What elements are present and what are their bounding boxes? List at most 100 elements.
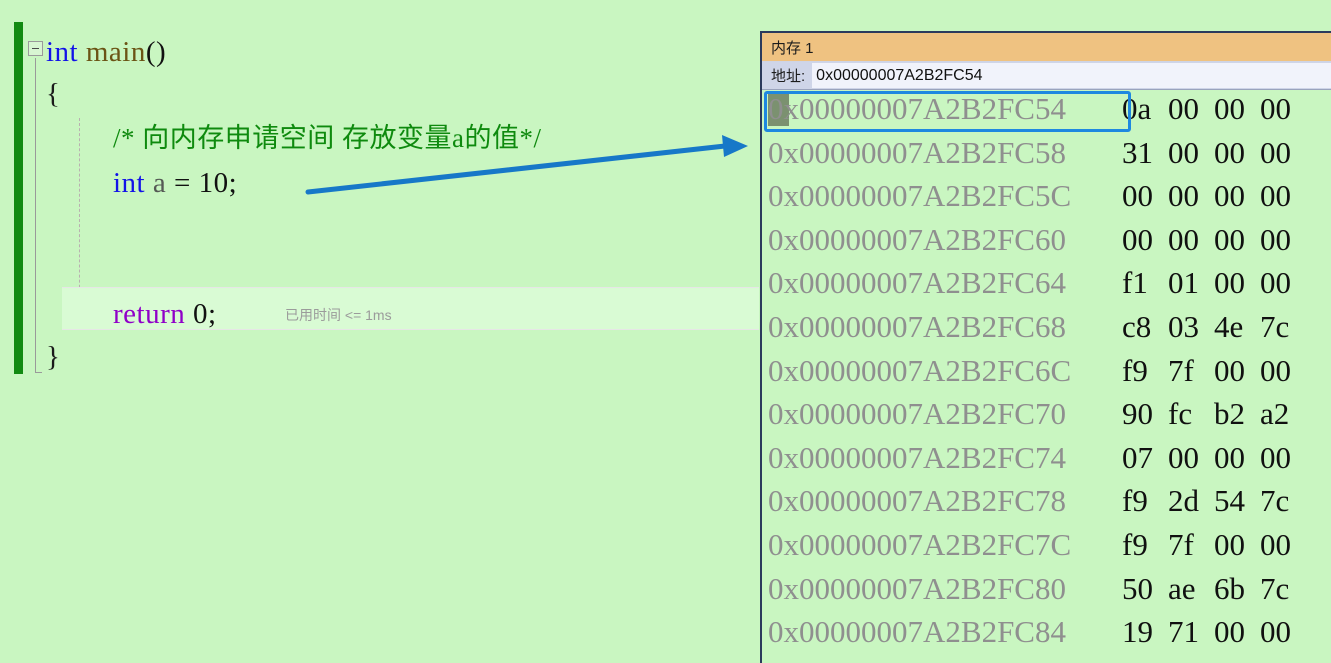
memory-byte: a2 xyxy=(1260,396,1290,432)
return-value: 0; xyxy=(185,298,217,330)
parens: () xyxy=(145,36,167,68)
changed-lines-indicator xyxy=(14,22,23,374)
memory-byte: 0a xyxy=(1122,91,1152,126)
code-line-declaration: int a = 10; xyxy=(113,169,237,198)
memory-row[interactable]: 0x00000007A2B2FC7C f9 7f 00 00 xyxy=(762,527,1331,571)
pointer-arrow xyxy=(305,135,748,195)
memory-byte: 00 xyxy=(1260,221,1291,257)
memory-byte: f9 xyxy=(1122,352,1148,388)
elapsed-time-annotation: 已用时间 <= 1ms xyxy=(285,307,392,323)
memory-byte: 7c xyxy=(1260,308,1290,344)
memory-byte: 00 xyxy=(1260,178,1291,214)
memory-byte: 2d xyxy=(1168,483,1199,519)
memory-row-bytes: 19 71 00 00 xyxy=(1122,614,1306,650)
memory-byte: 00 xyxy=(1168,134,1199,170)
memory-row-bytes: 50 ae 6b 7c xyxy=(1122,571,1306,607)
memory-row-bytes: 31 00 00 00 xyxy=(1122,135,1306,171)
memory-byte: 00 xyxy=(1168,221,1199,257)
memory-byte: 7c xyxy=(1260,483,1290,519)
memory-row-address: 0x00000007A2B2FC7C xyxy=(768,526,1072,562)
memory-byte: 50 xyxy=(1122,570,1153,606)
variable-a: a xyxy=(145,167,174,199)
memory-row[interactable]: 0x00000007A2B2FC80 50 ae 6b 7c xyxy=(762,571,1331,615)
memory-byte: fc xyxy=(1168,396,1193,432)
memory-byte: 4e xyxy=(1214,308,1244,344)
memory-row-address: 0x00000007A2B2FC78 xyxy=(768,483,1066,519)
memory-byte: 07 xyxy=(1122,439,1153,475)
memory-row-bytes: f9 7f 00 00 xyxy=(1122,527,1306,563)
memory-row[interactable]: 0x00000007A2B2FC60 00 00 00 00 xyxy=(762,222,1331,266)
memory-row[interactable]: 0x00000007A2B2FC68 c8 03 4e 7c xyxy=(762,309,1331,353)
memory-byte: 90 xyxy=(1122,396,1153,432)
memory-byte: 00 xyxy=(1260,91,1291,126)
memory-row[interactable]: 0x00000007A2B2FC5C 00 00 00 00 xyxy=(762,178,1331,222)
memory-byte: 19 xyxy=(1122,614,1153,650)
memory-byte: 00 xyxy=(1260,526,1291,562)
memory-row-address: 0x00000007A2B2FC6C xyxy=(768,352,1072,388)
memory-byte: f9 xyxy=(1122,526,1148,562)
keyword-return: return xyxy=(113,298,186,330)
memory-byte: 7c xyxy=(1260,570,1290,606)
memory-row[interactable]: 0x00000007A2B2FC54 0a 00 00 00 xyxy=(762,91,1331,135)
keyword-int-decl: int xyxy=(113,167,146,199)
memory-row-bytes: f9 2d 54 7c xyxy=(1122,483,1306,519)
memory-row-bytes: 0a 00 00 00 xyxy=(1122,91,1306,127)
address-input[interactable] xyxy=(812,63,1331,88)
memory-row-address: 0x00000007A2B2FC60 xyxy=(768,221,1066,257)
memory-byte: 00 xyxy=(1168,91,1199,126)
code-line-main-signature: int main() xyxy=(46,38,166,67)
memory-byte: f9 xyxy=(1122,483,1148,519)
memory-row[interactable]: 0x00000007A2B2FC74 07 00 00 00 xyxy=(762,440,1331,484)
function-name-main: main xyxy=(78,36,146,68)
memory-byte: 00 xyxy=(1260,614,1291,650)
memory-row[interactable]: 0x00000007A2B2FC84 19 71 00 00 xyxy=(762,614,1331,658)
memory-byte: 7f xyxy=(1168,352,1194,388)
memory-row-address: 0x00000007A2B2FC70 xyxy=(768,396,1066,432)
assignment-expression: = 10; xyxy=(174,167,238,199)
keyword-int: int xyxy=(46,36,79,68)
memory-byte: 00 xyxy=(1260,352,1291,388)
memory-row-address: 0x00000007A2B2FC80 xyxy=(768,570,1066,606)
memory-row-address: 0x00000007A2B2FC68 xyxy=(768,308,1066,344)
memory-byte: 00 xyxy=(1214,134,1245,170)
code-editor[interactable]: int main() { /* 向内存申请空间 存放变量a的值*/ int a … xyxy=(0,0,760,663)
memory-rows-container[interactable]: 0x00000007A2B2FC54 0a 00 00 00 0x00000007A2B2… xyxy=(762,90,1331,663)
memory-window[interactable]: 内存 1 地址: 0x00000007A2B2FC540a0000000x000… xyxy=(760,31,1331,663)
memory-window-titlebar[interactable]: 内存 1 xyxy=(762,33,1331,62)
memory-row-bytes: c8 03 4e 7c xyxy=(1122,309,1306,345)
memory-row[interactable]: 0x00000007A2B2FC6C f9 7f 00 00 xyxy=(762,353,1331,397)
memory-row[interactable]: 0x00000007A2B2FC70 90 fc b2 a2 xyxy=(762,396,1331,440)
memory-byte: 7f xyxy=(1168,526,1194,562)
memory-row-address: 0x00000007A2B2FC54 xyxy=(768,91,1066,126)
memory-byte: 00 xyxy=(1214,221,1245,257)
memory-row-address: 0x00000007A2B2FC74 xyxy=(768,439,1066,475)
memory-byte: 54 xyxy=(1214,483,1245,519)
memory-window-title: 内存 1 xyxy=(771,39,814,57)
outlining-guide-foot xyxy=(35,372,42,373)
collapse-region-icon[interactable] xyxy=(28,41,43,56)
memory-row[interactable]: 0x00000007A2B2FC64 f1 01 00 00 xyxy=(762,265,1331,309)
memory-row-bytes: 00 00 00 00 xyxy=(1122,222,1306,258)
memory-row-bytes: f9 7f 00 00 xyxy=(1122,353,1306,389)
memory-byte: 00 xyxy=(1168,439,1199,475)
screenshot-root: int main() { /* 向内存申请空间 存放变量a的值*/ int a … xyxy=(0,0,1331,663)
memory-byte: 00 xyxy=(1214,352,1245,388)
memory-row[interactable]: 0x00000007A2B2FC58 31 00 00 00 xyxy=(762,135,1331,179)
memory-byte: 03 xyxy=(1168,308,1199,344)
memory-byte: 01 xyxy=(1168,265,1199,301)
memory-row-address: 0x00000007A2B2FC84 xyxy=(768,614,1066,650)
memory-byte: 00 xyxy=(1168,178,1199,214)
code-line-comment: /* 向内存申请空间 存放变量a的值*/ xyxy=(113,123,542,153)
memory-byte: f1 xyxy=(1122,265,1148,301)
memory-byte: 00 xyxy=(1214,526,1245,562)
memory-byte: c8 xyxy=(1122,308,1152,344)
memory-address-toolbar[interactable]: 地址: xyxy=(762,62,1331,90)
memory-byte: 00 xyxy=(1214,178,1245,214)
memory-byte: 00 xyxy=(1214,439,1245,475)
memory-row-address: 0x00000007A2B2FC5C xyxy=(768,178,1072,214)
memory-row[interactable]: 0x00000007A2B2FC78 f9 2d 54 7c xyxy=(762,483,1331,527)
memory-byte: 00 xyxy=(1214,614,1245,650)
memory-byte: ae xyxy=(1168,570,1196,606)
memory-row-address: 0x00000007A2B2FC58 xyxy=(768,134,1066,170)
memory-byte: 71 xyxy=(1168,614,1199,650)
